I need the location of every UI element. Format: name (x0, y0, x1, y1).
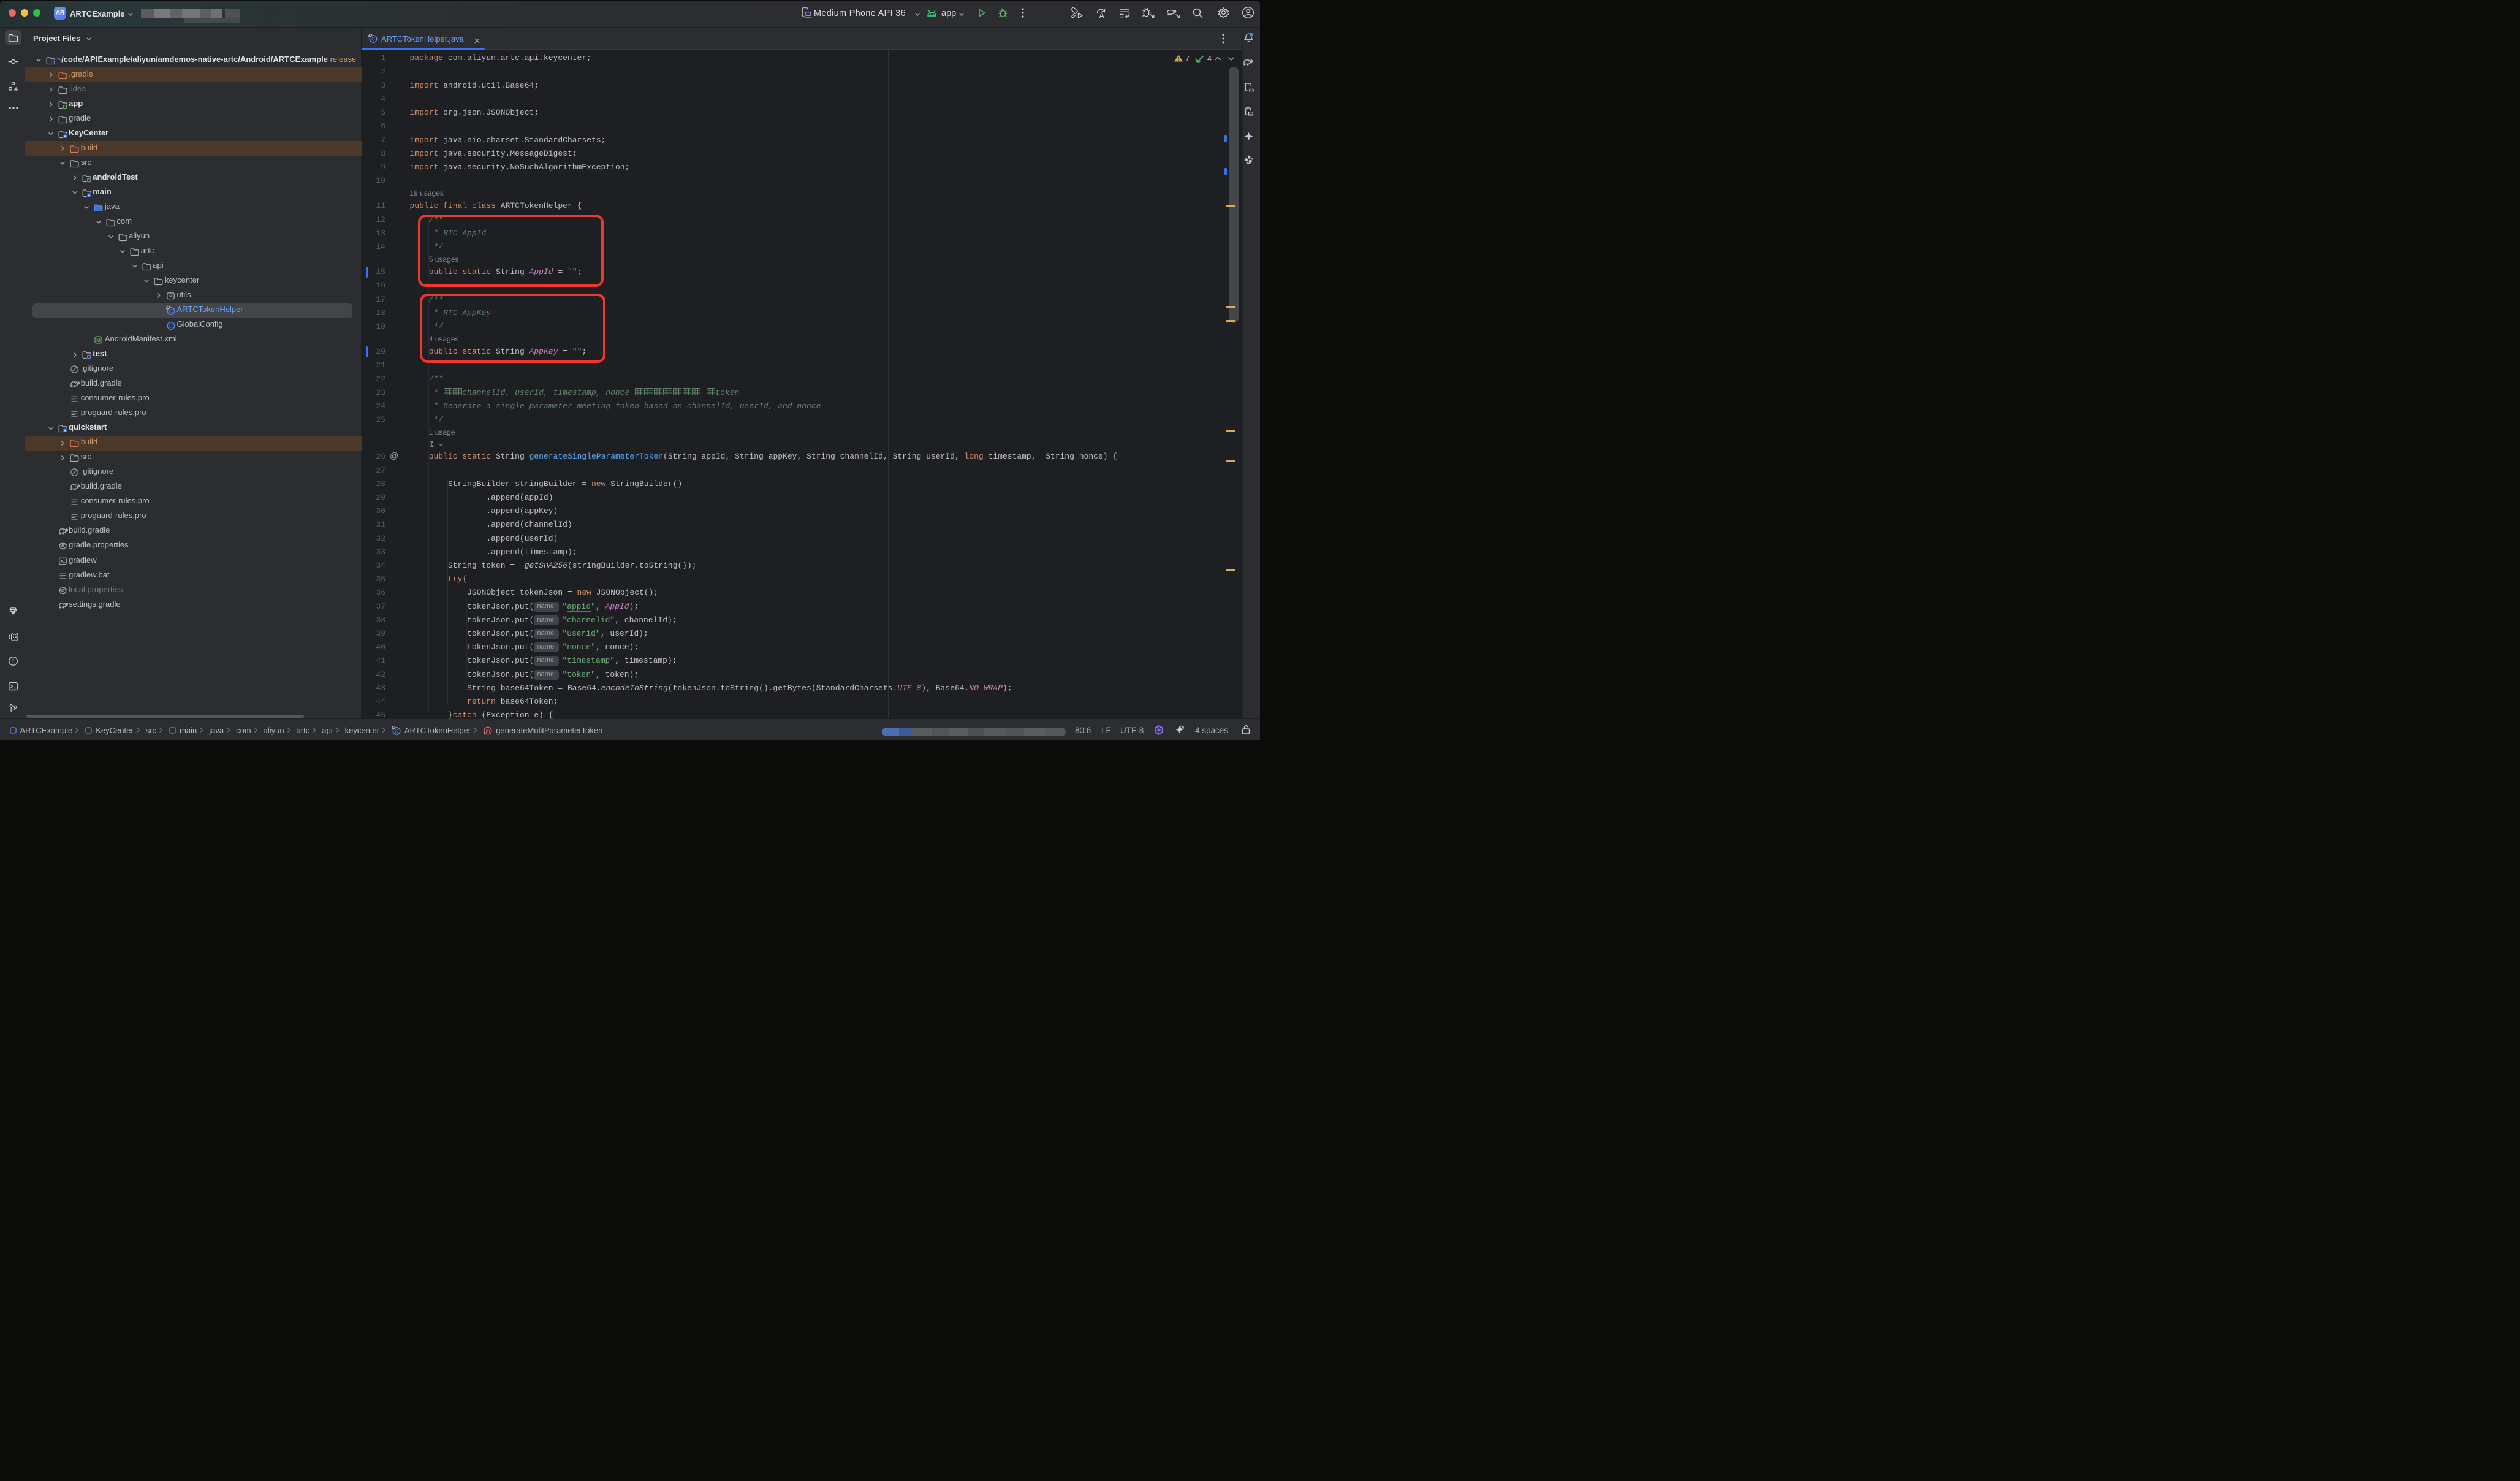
svg-text:M: M (97, 338, 101, 343)
svg-text:A: A (1099, 12, 1105, 19)
svg-text:C: C (169, 324, 173, 329)
svg-text:C: C (371, 37, 375, 42)
svg-text:C: C (395, 729, 398, 734)
svg-text:C: C (169, 309, 173, 314)
svg-text:m: m (486, 728, 490, 734)
